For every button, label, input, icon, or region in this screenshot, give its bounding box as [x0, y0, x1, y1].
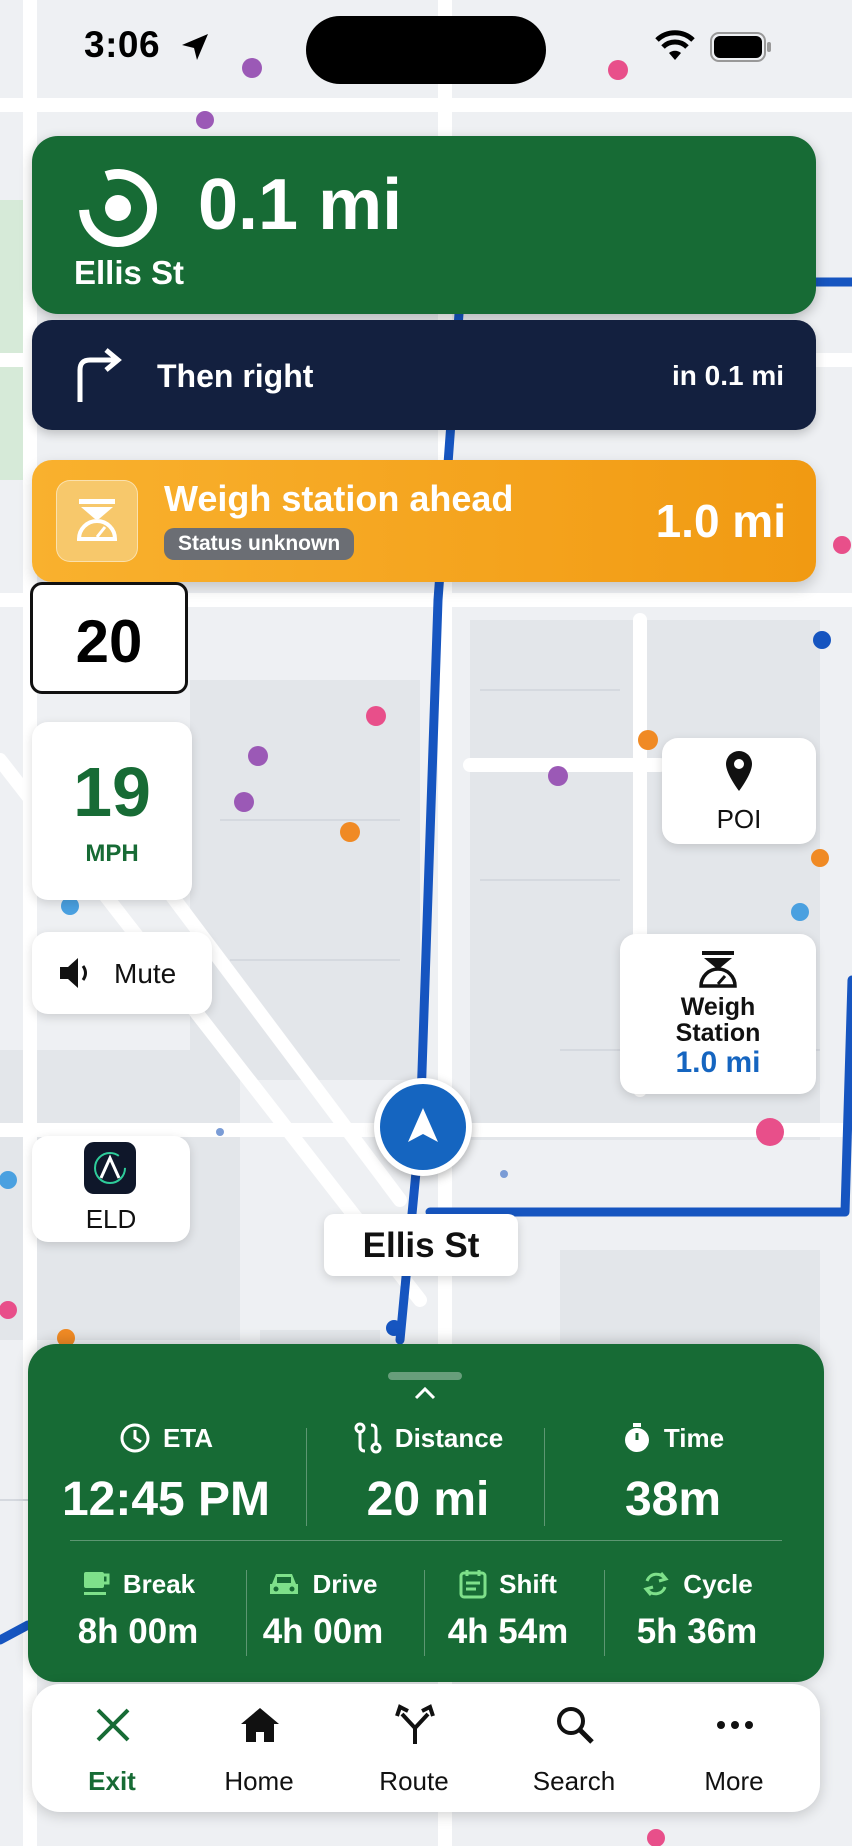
maneuver-distance: 0.1 mi — [198, 165, 403, 245]
navigation-screen: 3:06 0.1 mi Ellis St Then right in 0.1 m… — [0, 0, 852, 1846]
mute-label: Mute — [114, 958, 177, 989]
tab-search[interactable]: Search — [499, 1684, 649, 1812]
next-turn-label: Then right — [157, 358, 314, 394]
divider — [70, 1540, 782, 1541]
shift-value: 4h 54m — [447, 1612, 569, 1651]
weigh-alert-title: Weigh station ahead — [164, 478, 514, 519]
poi-button[interactable]: POI — [662, 738, 816, 844]
trip-summary-panel[interactable]: ETA 12:45 PM Distance 20 mi Time 38m Bre… — [28, 1344, 824, 1682]
divider — [306, 1428, 307, 1526]
shift-stat: Shift 4h 54m — [418, 1564, 598, 1652]
car-icon — [270, 1574, 299, 1594]
next-turn-banner[interactable]: Then right in 0.1 mi — [32, 320, 816, 430]
weigh-station-icon-box — [56, 480, 138, 562]
tab-home-label: Home — [224, 1766, 294, 1796]
tab-route[interactable]: Route — [339, 1684, 489, 1812]
eta-label: ETA — [162, 1422, 214, 1453]
turn-right-icon — [77, 348, 122, 402]
weigh-card-distance: 1.0 mi — [675, 1046, 761, 1079]
next-turn-distance: in 0.1 mi — [671, 360, 784, 391]
battery-icon — [710, 32, 771, 62]
weigh-station-card[interactable]: Weigh Station 1.0 mi — [620, 934, 816, 1094]
break-value: 8h 00m — [77, 1612, 199, 1651]
tab-exit[interactable]: Exit — [37, 1684, 187, 1812]
coffee-icon — [83, 1572, 110, 1595]
eld-label: ELD — [85, 1204, 137, 1234]
time-label: Time — [663, 1422, 725, 1453]
cycle-icon — [643, 1572, 669, 1596]
shift-label: Shift — [499, 1568, 557, 1599]
tab-route-label: Route — [379, 1766, 449, 1796]
tab-more-label: More — [704, 1766, 764, 1796]
drive-stat: Drive 4h 00m — [238, 1564, 408, 1652]
weigh-card-title: Weigh Station — [620, 994, 816, 1046]
current-street-label: Ellis St — [324, 1214, 518, 1276]
route-fork-icon — [395, 1704, 435, 1744]
cycle-label: Cycle — [683, 1568, 753, 1599]
home-icon — [241, 1708, 279, 1742]
tab-home[interactable]: Home — [184, 1684, 334, 1812]
map-pin-icon — [726, 751, 752, 791]
time-value: 38m — [624, 1473, 722, 1526]
mute-button[interactable]: Mute — [32, 932, 212, 1014]
weigh-status-badge: Status unknown — [164, 528, 355, 560]
location-arrow-icon — [182, 34, 208, 60]
poi-label: POI — [716, 804, 762, 834]
current-speed-unit: MPH — [85, 840, 139, 867]
distance-stat: Distance 20 mi — [308, 1418, 548, 1527]
time-stat: Time 38m — [548, 1418, 798, 1527]
current-speed-value: 19 — [73, 753, 151, 831]
search-icon — [557, 1707, 594, 1744]
tab-search-label: Search — [532, 1766, 616, 1796]
current-street-name: Ellis St — [362, 1226, 480, 1265]
scale-icon — [699, 951, 737, 988]
dynamic-island — [306, 16, 546, 84]
eld-button[interactable]: ELD — [32, 1136, 190, 1242]
break-label: Break — [122, 1568, 196, 1599]
navigation-arrow-icon — [408, 1108, 438, 1142]
route-icon — [354, 1422, 382, 1454]
eld-logo-icon — [84, 1142, 136, 1194]
calendar-icon — [459, 1570, 487, 1599]
drive-label: Drive — [312, 1568, 378, 1599]
distance-label: Distance — [394, 1422, 504, 1453]
cycle-value: 5h 36m — [636, 1612, 758, 1651]
more-icon — [717, 1721, 753, 1729]
speed-limit-sign: 20 — [30, 582, 188, 694]
weigh-alert-distance: 1.0 mi — [655, 495, 786, 547]
tab-more[interactable]: More — [659, 1684, 809, 1812]
close-icon — [96, 1708, 130, 1742]
tab-exit-label: Exit — [88, 1766, 136, 1796]
current-location-marker — [374, 1078, 472, 1176]
status-time: 3:06 — [84, 24, 161, 65]
stopwatch-icon — [624, 1423, 649, 1452]
distance-value: 20 mi — [366, 1473, 490, 1526]
maneuver-street: Ellis St — [74, 254, 185, 291]
wifi-icon — [655, 30, 695, 60]
weigh-station-alert[interactable]: Weigh station ahead Status unknown 1.0 m… — [32, 460, 816, 582]
weigh-card-line1: Weigh — [680, 993, 756, 1021]
weigh-card-line2: Station — [675, 1019, 761, 1047]
drive-value: 4h 00m — [262, 1612, 384, 1651]
current-speed-card: 19 MPH — [32, 722, 192, 900]
bottom-tab-bar: Exit Home Route Search More — [32, 1684, 820, 1812]
sheet-grabber[interactable] — [388, 1372, 462, 1380]
roundabout-icon — [79, 169, 157, 247]
scale-icon — [76, 499, 118, 541]
cycle-stat: Cycle 5h 36m — [602, 1564, 792, 1652]
eta-stat: ETA 12:45 PM — [38, 1418, 294, 1527]
break-stat: Break 8h 00m — [58, 1564, 218, 1652]
clock-icon — [120, 1423, 150, 1453]
eta-value: 12:45 PM — [61, 1473, 271, 1526]
speed-limit-value: 20 — [75, 608, 143, 675]
chevron-up-icon[interactable] — [414, 1386, 436, 1400]
speaker-icon — [60, 958, 87, 988]
divider — [544, 1428, 545, 1526]
maneuver-card[interactable]: 0.1 mi Ellis St — [32, 136, 816, 314]
